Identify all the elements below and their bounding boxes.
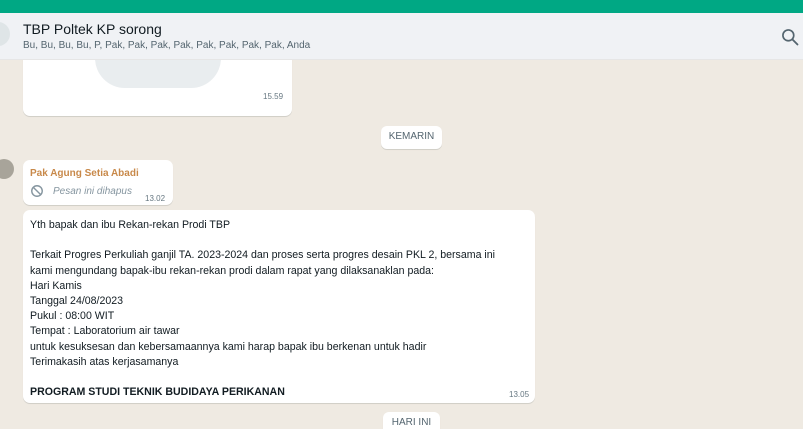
message-line [30,370,495,385]
message-line: Terkait Progres Perkuliah ganjil TA. 202… [30,249,496,262]
message-line: Terimakasih atas kerjasamanya [30,355,179,368]
message-time: 15.59 [263,92,284,101]
message-line: Tempat : Laboratorium air tawar [30,325,180,338]
message-line: Yth bapak dan ibu Rekan-rekan Prodi TBP [30,219,231,231]
message-line: Pukul : 08:00 WIT [30,310,115,323]
date-separator-today: HARI INI [383,412,440,429]
chat-title[interactable]: TBP Poltek KP sorong [23,21,162,37]
message-time: 13.02 [145,194,166,203]
deleted-message[interactable]: Pak Agung Setia Abadi Pesan ini dihapus … [23,160,173,205]
message-line: kami mengundang bapak-ibu rekan-rekan pr… [30,264,434,277]
announcement-message[interactable]: Yth bapak dan ibu Rekan-rekan Prodi TBP … [23,210,535,403]
deleted-text: Pesan ini dihapus [53,186,132,197]
date-separator-yesterday: KEMARIN [381,126,442,149]
message-list[interactable]: 15.59 KEMARIN Pak Agung Setia Abadi Pesa… [0,60,803,429]
message-body: Yth bapak dan ibu Rekan-rekan Prodi TBP … [30,218,495,400]
message-line: Hari Kamis [30,279,82,292]
chat-header[interactable]: TBP Poltek KP sorong Bu, Bu, Bu, Bu, P, … [0,13,803,60]
image-thumbnail[interactable] [95,60,221,88]
search-icon[interactable] [780,27,800,47]
sender-name[interactable]: Pak Agung Setia Abadi [30,168,139,179]
message-time: 13.05 [509,390,530,399]
sender-avatar[interactable] [0,159,14,179]
group-avatar[interactable] [0,22,10,46]
message-line: Tanggal 24/08/2023 [30,294,124,307]
image-message[interactable]: 15.59 [23,60,292,116]
message-signature: PROGRAM STUDI TEKNIK BUDIDAYA PERIKANAN [30,386,285,399]
chat-members[interactable]: Bu, Bu, Bu, Bu, P, Pak, Pak, Pak, Pak, P… [23,40,310,51]
blocked-icon [31,185,43,197]
message-line [30,233,495,248]
top-accent-bar [0,0,803,13]
message-line: untuk kesuksesan dan kebersamaannya kami… [30,340,427,353]
